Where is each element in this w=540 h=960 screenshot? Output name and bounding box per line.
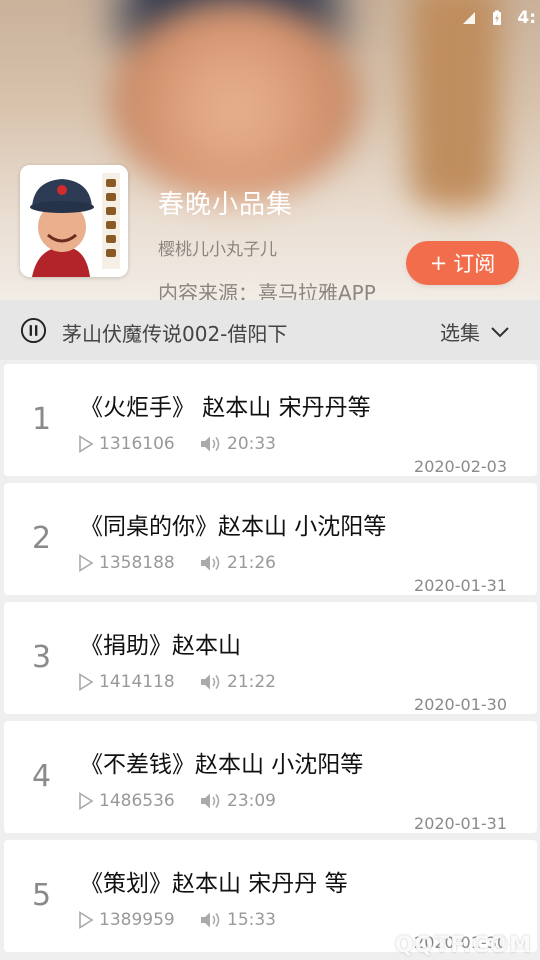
status-time: 4:	[517, 8, 536, 28]
duration: 23:09	[200, 791, 276, 811]
album-source: 内容来源：喜马拉雅APP	[158, 281, 376, 300]
duration: 15:33	[200, 910, 276, 930]
duration: 20:33	[200, 434, 276, 454]
episode-title: 《同桌的你》赵本山 小沈阳等	[80, 514, 387, 540]
episode-index: 1	[32, 402, 52, 437]
plus-icon: +	[429, 251, 448, 275]
play-count: 1316106	[78, 434, 175, 454]
duration: 21:22	[200, 672, 276, 692]
duration-value: 21:26	[227, 553, 276, 573]
duration: 21:26	[200, 553, 276, 573]
play-count-value: 1389959	[99, 910, 175, 930]
duration-value: 23:09	[227, 791, 276, 811]
signal-icon	[463, 12, 476, 24]
episode-date: 2020-02-03	[414, 457, 507, 476]
play-count: 1358188	[78, 553, 175, 573]
album-author[interactable]: 樱桃儿小丸子儿	[158, 235, 277, 260]
now-playing-title[interactable]: 茅山伏魔传说002-借阳下	[62, 318, 287, 347]
episode-title: 《火炬手》 赵本山 宋丹丹等	[80, 395, 371, 421]
episode-date: 2020-01-31	[414, 814, 507, 833]
chevron-down-icon	[491, 326, 509, 337]
speaker-icon	[201, 912, 220, 928]
episode-row[interactable]: 4 《不差钱》赵本山 小沈阳等 1486536 23:09 2020-01-31	[4, 721, 537, 833]
play-count: 1389959	[78, 910, 175, 930]
battery-charging-icon	[493, 10, 502, 25]
play-count: 1486536	[78, 791, 175, 811]
subscribe-label: 订阅	[453, 252, 496, 276]
play-icon	[79, 911, 94, 929]
album-cover-art	[20, 165, 128, 277]
episode-date: 2020-01-31	[414, 576, 507, 595]
select-episodes-label: 选集	[440, 321, 480, 345]
speaker-icon	[201, 674, 220, 690]
now-playing-bar: 茅山伏魔传说002-借阳下 选集	[0, 300, 540, 360]
play-count-value: 1486536	[99, 791, 175, 811]
duration-value: 20:33	[227, 434, 276, 454]
episode-title: 《策划》赵本山 宋丹丹 等	[80, 871, 348, 897]
speaker-icon	[201, 436, 220, 452]
play-icon	[79, 673, 94, 691]
status-bar: 4:	[461, 6, 540, 30]
album-cover[interactable]	[20, 165, 128, 277]
play-icon	[79, 435, 94, 453]
duration-value: 21:22	[227, 672, 276, 692]
episode-row[interactable]: 1 《火炬手》 赵本山 宋丹丹等 1316106 20:33 2020-02-0…	[4, 364, 537, 476]
episode-index: 4	[32, 759, 52, 794]
episode-title: 《不差钱》赵本山 小沈阳等	[80, 752, 364, 778]
subscribe-button[interactable]: + 订阅	[406, 241, 519, 285]
episode-index: 5	[32, 878, 52, 913]
watermark: QQTF.COM	[394, 933, 532, 958]
play-icon	[79, 554, 94, 572]
episode-row[interactable]: 2 《同桌的你》赵本山 小沈阳等 1358188 21:26 2020-01-3…	[4, 483, 537, 595]
play-icon	[79, 792, 94, 810]
speaker-icon	[201, 793, 220, 809]
play-count-value: 1414118	[99, 672, 175, 692]
episode-row[interactable]: 3 《捐助》赵本山 1414118 21:22 2020-01-30	[4, 602, 537, 714]
album-title: 春晚小品集	[158, 190, 294, 220]
episode-date: 2020-01-30	[414, 695, 507, 714]
play-count-value: 1316106	[99, 434, 175, 454]
play-count-value: 1358188	[99, 553, 175, 573]
episode-title: 《捐助》赵本山	[80, 633, 241, 659]
speaker-icon	[201, 555, 220, 571]
pause-icon[interactable]	[20, 317, 47, 344]
select-episodes-button[interactable]: 选集	[440, 317, 510, 346]
episode-index: 3	[32, 640, 52, 675]
episode-index: 2	[32, 521, 52, 556]
play-count: 1414118	[78, 672, 175, 692]
duration-value: 15:33	[227, 910, 276, 930]
